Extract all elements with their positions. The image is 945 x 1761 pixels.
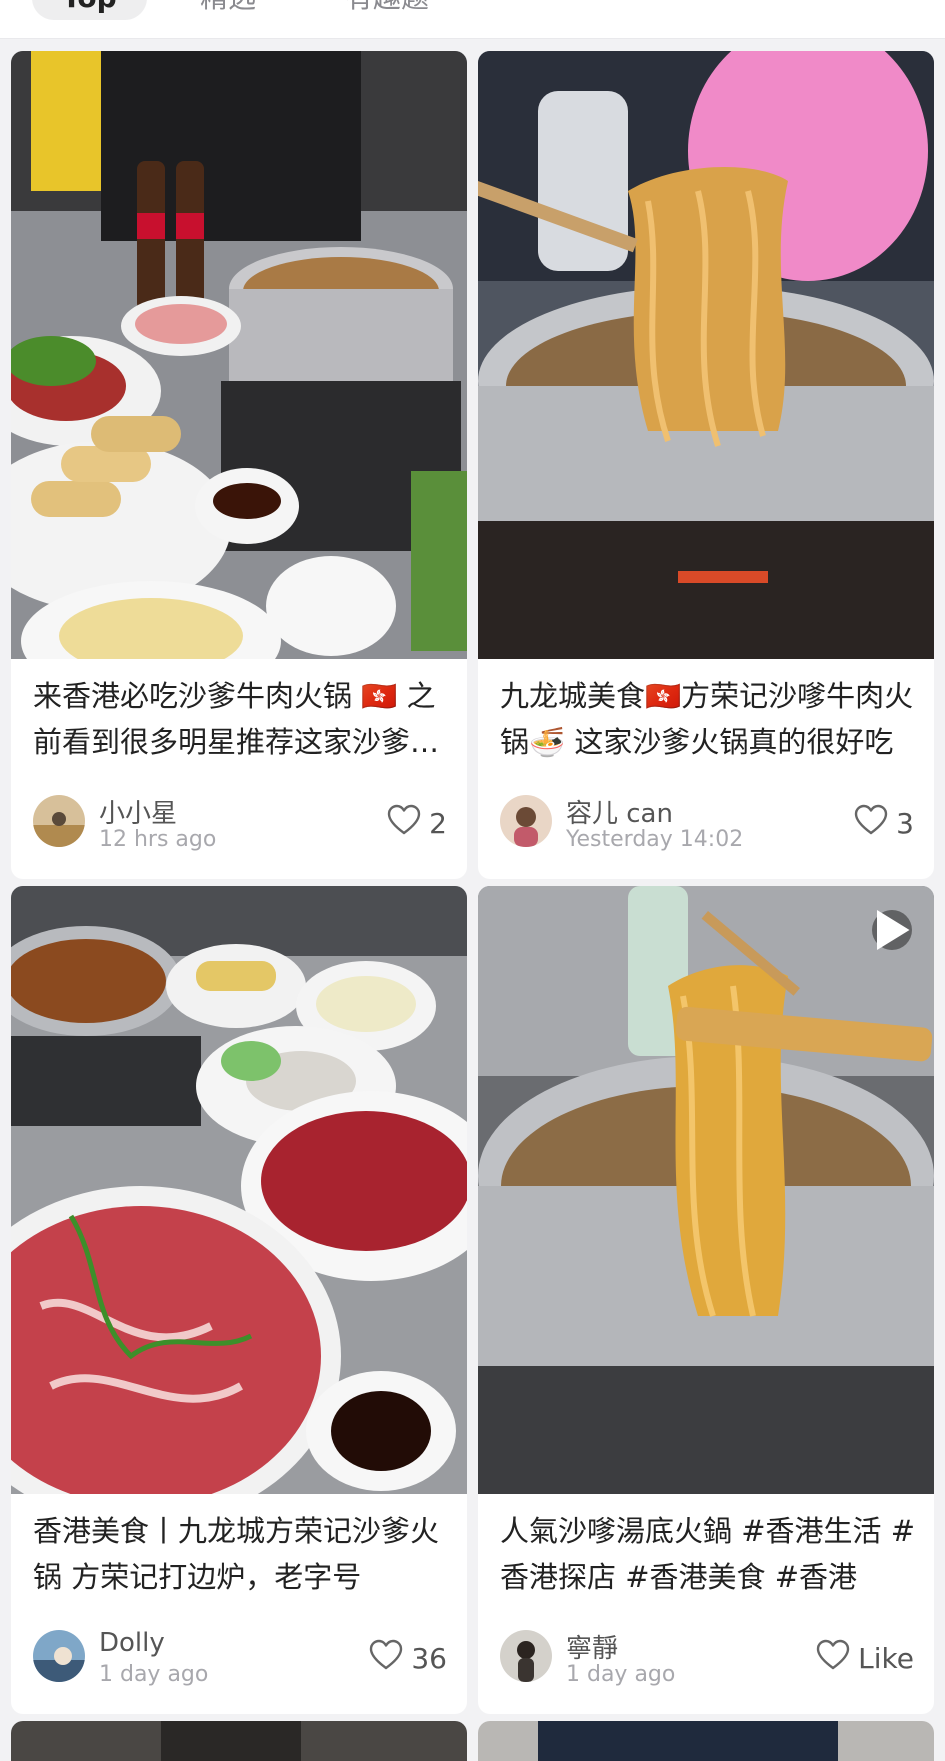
post-time: Yesterday 14:02: [566, 827, 744, 852]
like-count: 3: [896, 806, 914, 840]
post-card-partial[interactable]: [11, 1721, 467, 1761]
author-name[interactable]: Dolly: [99, 1628, 165, 1658]
post-title[interactable]: 香港美食丨九龙城方荣记沙爹火锅 方荣记打边炉，老字号: [33, 1508, 449, 1600]
like-button[interactable]: 3: [854, 804, 914, 843]
author-name[interactable]: 容儿 can: [566, 793, 673, 830]
tab-bar: Top 精选 有趣题: [0, 0, 945, 39]
post-time: 12 hrs ago: [99, 827, 217, 852]
post-card[interactable]: 人氣沙嗲湯底火鍋 #香港生活 #香港探店 #香港美食 #香港 寧靜 1 day …: [478, 886, 934, 1714]
post-card[interactable]: 来香港必吃沙爹牛肉火锅 🇭🇰 之前看到很多明星推荐这家沙爹火锅 小小星 12 h…: [11, 51, 467, 879]
heart-outline-icon: [854, 804, 888, 843]
post-title[interactable]: 人氣沙嗲湯底火鍋 #香港生活 #香港探店 #香港美食 #香港: [500, 1508, 916, 1600]
post-card[interactable]: 香港美食丨九龙城方荣记沙爹火锅 方荣记打边炉，老字号 Dolly 1 day a…: [11, 886, 467, 1714]
like-count: 36: [411, 1641, 447, 1675]
play-icon: [872, 910, 912, 950]
post-image[interactable]: [478, 51, 934, 659]
post-card[interactable]: 九龙城美食🇭🇰方荣记沙嗲牛肉火锅🍜 这家沙爹火锅真的很好吃 容儿 can Yes…: [478, 51, 934, 879]
author-avatar[interactable]: [33, 795, 85, 847]
post-image[interactable]: [478, 886, 934, 1494]
author-name[interactable]: 寧靜: [566, 1628, 618, 1665]
like-count: 2: [429, 806, 447, 840]
post-time: 1 day ago: [99, 1662, 209, 1687]
tab-interesting[interactable]: 有趣题: [315, 0, 459, 20]
tab-top[interactable]: Top: [32, 0, 147, 20]
heart-outline-icon: [816, 1639, 850, 1678]
post-time: 1 day ago: [566, 1662, 676, 1687]
post-card-partial[interactable]: [478, 1721, 934, 1761]
like-count: Like: [858, 1641, 914, 1675]
post-title[interactable]: 来香港必吃沙爹牛肉火锅 🇭🇰 之前看到很多明星推荐这家沙爹火锅: [33, 673, 449, 765]
heart-outline-icon: [369, 1639, 403, 1678]
post-image[interactable]: [11, 886, 467, 1494]
tab-featured[interactable]: 精选: [170, 0, 286, 20]
heart-outline-icon: [387, 804, 421, 843]
like-button[interactable]: 36: [369, 1639, 447, 1678]
like-button[interactable]: 2: [387, 804, 447, 843]
post-title[interactable]: 九龙城美食🇭🇰方荣记沙嗲牛肉火锅🍜 这家沙爹火锅真的很好吃: [500, 673, 916, 765]
post-image[interactable]: [11, 51, 467, 659]
author-avatar[interactable]: [33, 1630, 85, 1682]
author-avatar[interactable]: [500, 795, 552, 847]
author-avatar[interactable]: [500, 1630, 552, 1682]
author-name[interactable]: 小小星: [99, 793, 177, 830]
like-button[interactable]: Like: [816, 1639, 914, 1678]
